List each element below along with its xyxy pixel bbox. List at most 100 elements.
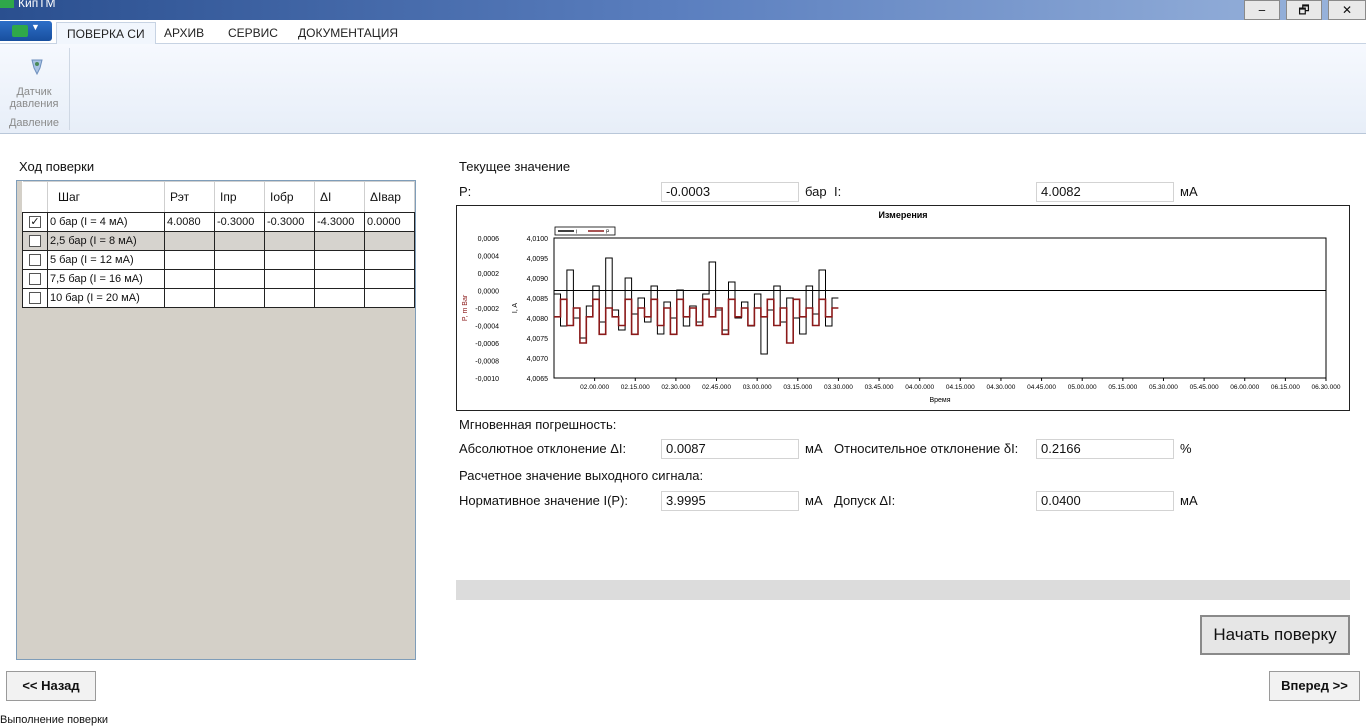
table-row[interactable]: 2,5 бар (I = 8 мА): [22, 231, 415, 251]
di-cell: [314, 288, 365, 308]
current-value-title: Текущее значение: [459, 159, 571, 174]
norm-value-label: Нормативное значение I(P):: [459, 493, 629, 508]
table-header-row: Шаг Рэт Iпр Iобр ΔI ΔIвар: [22, 181, 415, 213]
abs-deviation-field[interactable]: 0.0087: [661, 439, 799, 459]
table-row[interactable]: 10 бар (I = 20 мА): [22, 288, 415, 308]
p-value-field[interactable]: -0.0003: [661, 182, 799, 202]
pressure-sensor-label-1: Датчик: [16, 86, 52, 98]
step-cell: 7,5 бар (I = 16 мА): [47, 269, 165, 289]
rel-deviation-label: Относительное отклонение δI:: [834, 441, 1019, 456]
tolerance-field[interactable]: 0.0400: [1036, 491, 1174, 511]
pressure-sensor-icon: [26, 56, 48, 78]
iobr-cell: [264, 250, 315, 270]
y-left-tick-label: -0,0004: [475, 324, 499, 331]
table-row[interactable]: ✓ 0 бар (I = 4 мА) 4.0080 -0.3000 -0.300…: [22, 212, 415, 232]
step-cell: 10 бар (I = 20 мА): [47, 288, 165, 308]
instant-error-title: Мгновенная погрешность:: [459, 417, 617, 432]
steps-table: Шаг Рэт Iпр Iобр ΔI ΔIвар ✓ 0 бар (I = 4…: [22, 181, 415, 308]
ipr-cell: [214, 288, 265, 308]
divar-cell: [364, 288, 415, 308]
row-checkbox[interactable]: [29, 273, 41, 286]
di-cell: [314, 231, 365, 251]
series-line-I: [554, 257, 839, 355]
y-right-tick-label: 4,0080: [527, 316, 549, 323]
ipr-cell: [214, 231, 265, 251]
y-right-tick-label: 4,0070: [527, 356, 549, 363]
table-row[interactable]: 5 бар (I = 12 мА): [22, 250, 415, 270]
iobr-cell: [264, 269, 315, 289]
restore-button[interactable]: 🗗: [1286, 0, 1322, 20]
step-cell: 0 бар (I = 4 мА): [47, 212, 165, 232]
norm-value-unit: мА: [805, 493, 823, 508]
row-checkbox[interactable]: [29, 292, 41, 305]
i-value-field[interactable]: 4.0082: [1036, 182, 1174, 202]
x-tick-label: 06.30.000: [1312, 384, 1341, 391]
status-text: Выполнение поверки: [0, 714, 109, 726]
column-header-step[interactable]: Шаг: [47, 181, 165, 213]
x-tick-label: 04.15.000: [946, 384, 975, 391]
x-tick-label: 03.45.000: [865, 384, 894, 391]
column-header-di[interactable]: ΔI: [314, 181, 365, 213]
chart-title: Измерения: [878, 210, 927, 220]
norm-value-field[interactable]: 3.9995: [661, 491, 799, 511]
rel-deviation-field[interactable]: 0.2166: [1036, 439, 1174, 459]
chevron-down-icon: ▼: [31, 22, 40, 32]
column-header-divar[interactable]: ΔIвар: [364, 181, 415, 213]
column-header-ipr[interactable]: Iпр: [214, 181, 265, 213]
row-checkbox[interactable]: [29, 254, 41, 267]
y-left-tick-label: 0,0006: [478, 236, 500, 243]
i-label: I:: [834, 184, 842, 199]
di-cell: -4.3000: [314, 212, 365, 232]
divar-cell: [364, 269, 415, 289]
x-tick-label: 02.00.000: [580, 384, 609, 391]
x-tick-label: 05.00.000: [1068, 384, 1097, 391]
step-cell: 5 бар (I = 12 мА): [47, 250, 165, 270]
legend-label-I: I: [576, 230, 577, 236]
title-bar: КипТМ ‒ 🗗 ✕: [0, 0, 1366, 20]
tab-documentation[interactable]: ДОКУМЕНТАЦИЯ: [288, 22, 408, 44]
p-unit: бар: [805, 184, 827, 199]
x-axis-label: Время: [929, 397, 950, 404]
column-header-pet[interactable]: Рэт: [164, 181, 215, 213]
app-logo-icon: [0, 0, 14, 8]
start-verification-button[interactable]: Начать поверку: [1200, 615, 1350, 655]
x-tick-label: 02.15.000: [621, 384, 650, 391]
divar-cell: [364, 250, 415, 270]
iobr-cell: [264, 288, 315, 308]
tab-service[interactable]: СЕРВИС: [218, 22, 288, 44]
divar-cell: 0.0000: [364, 212, 415, 232]
y-right-tick-label: 4,0075: [527, 336, 549, 343]
pet-cell: [164, 250, 215, 270]
x-tick-label: 02.30.000: [661, 384, 690, 391]
tab-archive[interactable]: АРХИВ: [154, 22, 214, 44]
ipr-cell: [214, 250, 265, 270]
y-left-tick-label: 0,0002: [478, 271, 500, 278]
column-header-iobr[interactable]: Iобр: [264, 181, 315, 213]
chart-svg: Измерения 0,0006 0,0004 0,0002 0,0000 -0,0002…: [462, 210, 1341, 404]
y-left-tick-label: -0,0006: [475, 341, 499, 348]
steps-grid: Шаг Рэт Iпр Iобр ΔI ΔIвар ✓ 0 бар (I = 4…: [16, 180, 416, 660]
y-left-tick-label: -0,0002: [475, 306, 499, 313]
x-tick-label: 05.30.000: [1149, 384, 1178, 391]
x-tick-label: 04.45.000: [1027, 384, 1056, 391]
step-cell: 2,5 бар (I = 8 мА): [47, 231, 165, 251]
tab-poverka[interactable]: ПОВЕРКА СИ: [56, 22, 156, 45]
app-menu-button[interactable]: ▼: [0, 21, 52, 41]
pressure-sensor-button[interactable]: Датчик давления: [4, 48, 64, 112]
iobr-cell: -0.3000: [264, 212, 315, 232]
pet-cell: [164, 231, 215, 251]
row-checkbox[interactable]: ✓: [29, 216, 41, 229]
tolerance-label: Допуск ΔI:: [834, 493, 896, 508]
i-unit: мА: [1180, 184, 1198, 199]
x-tick-label: 04.30.000: [986, 384, 1015, 391]
back-button[interactable]: << Назад: [6, 671, 96, 701]
minimize-button[interactable]: ‒: [1244, 0, 1280, 20]
table-row[interactable]: 7,5 бар (I = 16 мА): [22, 269, 415, 289]
ribbon-body: [0, 44, 1366, 134]
x-tick-label: 04.00.000: [905, 384, 934, 391]
y-right-tick-label: 4,0085: [527, 296, 549, 303]
next-button[interactable]: Вперед >>: [1269, 671, 1360, 701]
row-checkbox[interactable]: [29, 235, 41, 248]
close-button[interactable]: ✕: [1328, 0, 1366, 20]
x-tick-label: 02.45.000: [702, 384, 731, 391]
